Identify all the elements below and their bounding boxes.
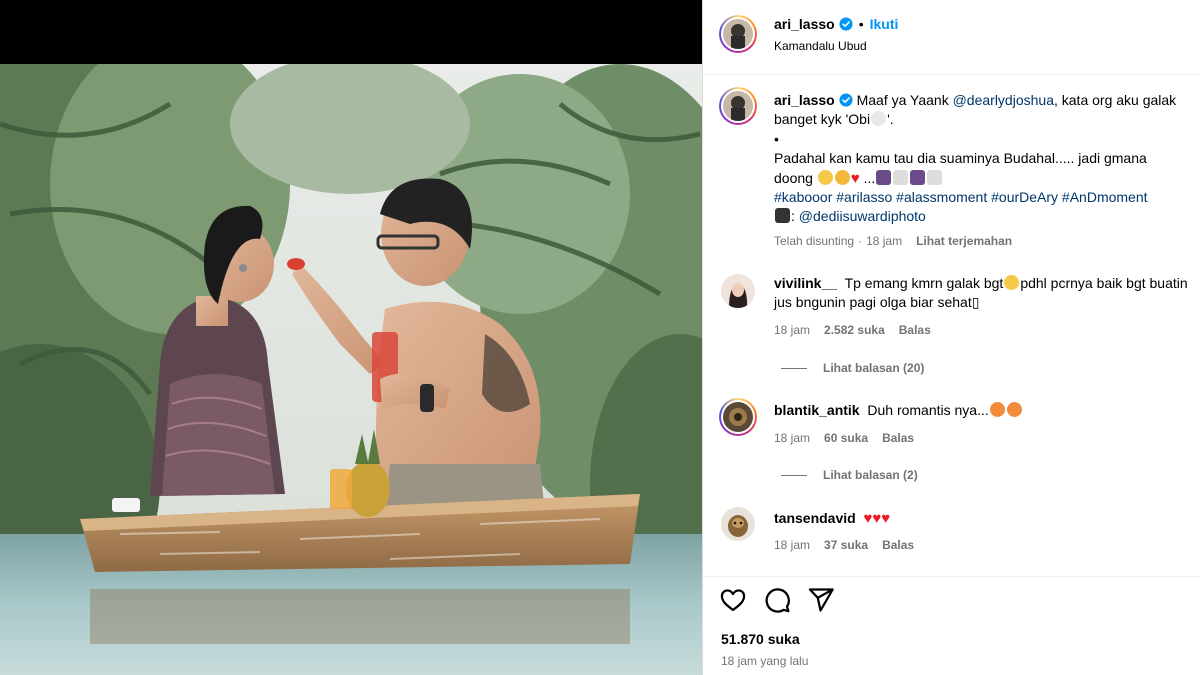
comment-text: tansendavid ♥♥♥ [774,509,1189,528]
reply-button[interactable]: Balas [899,323,931,337]
follow-button[interactable]: Ikuti [870,16,899,32]
view-replies-button[interactable]: Lihat balasan (2) [781,468,918,482]
comment-part-a: Tp emang kmrn galak bgt [844,275,1004,291]
comment-likes[interactable]: 37 suka [824,538,868,552]
sad-face-emoji-icon [1004,275,1020,290]
wink-emoji-icon [834,169,850,185]
edited-label: Telah disunting [774,234,855,248]
caption-meta: Telah disunting · 18 jam Lihat terjemaha… [774,234,1012,248]
view-replies-label: Lihat balasan (20) [823,361,925,375]
camera-prefix: : [791,208,799,225]
mention-dearlydjoshua[interactable]: @dearlydjoshua [953,92,1054,108]
commenter-avatar[interactable] [719,398,757,436]
separator-dot: • [858,16,864,32]
comment-likes[interactable]: 60 suka [824,431,868,445]
comment-likes[interactable]: 2.582 suka [824,323,885,337]
comment-meta: 18 jam 37 suka Balas [774,538,914,552]
caption-username[interactable]: ari_lasso [774,92,835,108]
commenter-avatar[interactable] [721,274,755,308]
view-replies-button[interactable]: Lihat balasan (20) [781,361,924,375]
caption-part-1: Maaf ya Yaank [856,92,953,108]
see-translation-button[interactable]: Lihat terjemahan [916,234,1012,248]
caption-text: ari_lasso Maaf ya Yaank @dearlydjoshua, … [774,91,1189,227]
mention-photographer[interactable]: @dediisuwardiphoto [799,208,926,224]
meta-separator: · [858,234,863,248]
dash-emoji-icon [927,169,943,185]
caption-part-2b: '. [887,111,894,128]
commenter-username[interactable]: vivilink__ [774,275,837,291]
caption-hashtags[interactable]: #kabooor #arilasso #alassmoment #ourDeAr… [774,189,1148,205]
heart-eyes-emoji-icon [1006,402,1022,417]
unsupported-glyph: ▯ [971,294,980,311]
comment-time[interactable]: 18 jam [774,538,810,552]
heart-icon[interactable] [719,586,747,614]
caption-bullet: • [774,130,779,147]
comment-text: blantik_antik Duh romantis nya... [774,401,1189,420]
post-location[interactable]: Kamandalu Ubud [774,39,867,53]
post-photo[interactable] [0,64,702,675]
commenter-username[interactable]: tansendavid [774,510,856,526]
running-emoji-icon [876,169,892,185]
red-heart-icon: ♥ [850,169,860,187]
post-header: ari_lasso • Ikuti Kamandalu Ubud [703,0,1200,75]
running-emoji-icon [910,169,926,185]
reply-button[interactable]: Balas [882,538,914,552]
verified-badge-icon [839,17,853,31]
comment-part-a: Duh romantis nya... [867,402,989,418]
view-replies-label: Lihat balasan (2) [823,468,918,482]
commenter-avatar[interactable] [721,507,755,541]
comment-time[interactable]: 18 jam [774,323,810,337]
replies-divider [781,474,807,476]
verified-badge-icon [839,93,853,107]
replies-divider [781,367,807,369]
comment-meta: 18 jam 60 suka Balas [774,431,914,445]
ghost-emoji-icon [871,111,887,127]
red-hearts-icon: ♥♥♥ [863,510,891,527]
laughing-emoji-icon [817,169,833,185]
media-pane [0,0,702,675]
heart-eyes-emoji-icon [989,402,1005,417]
author-avatar[interactable] [719,15,757,53]
comment-icon[interactable] [763,586,791,614]
comment-text: vivilink__ Tp emang kmrn galak bgt pdhl p… [774,274,1189,313]
comment-time[interactable]: 18 jam [774,431,810,445]
author-username[interactable]: ari_lasso [774,16,835,32]
comment-meta: 18 jam 2.582 suka Balas [774,323,931,337]
caption-author-avatar[interactable] [719,87,757,125]
post-action-bar: 51.870 suka 18 jam yang lalu [703,576,1200,675]
instagram-post-view: ari_lasso • Ikuti Kamandalu Ubud ari_las… [0,0,1200,675]
caption-part-3b: ... [859,169,876,186]
reply-button[interactable]: Balas [882,431,914,445]
likes-count[interactable]: 51.870 suka [721,631,800,647]
post-side-panel: ari_lasso • Ikuti Kamandalu Ubud ari_las… [702,0,1200,675]
share-icon[interactable] [807,586,835,614]
caption-time[interactable]: 18 jam [866,234,902,248]
commenter-username[interactable]: blantik_antik [774,402,860,418]
camera-emoji-icon [775,208,790,224]
dash-emoji-icon [893,169,909,185]
post-timestamp[interactable]: 18 jam yang lalu [721,654,808,668]
